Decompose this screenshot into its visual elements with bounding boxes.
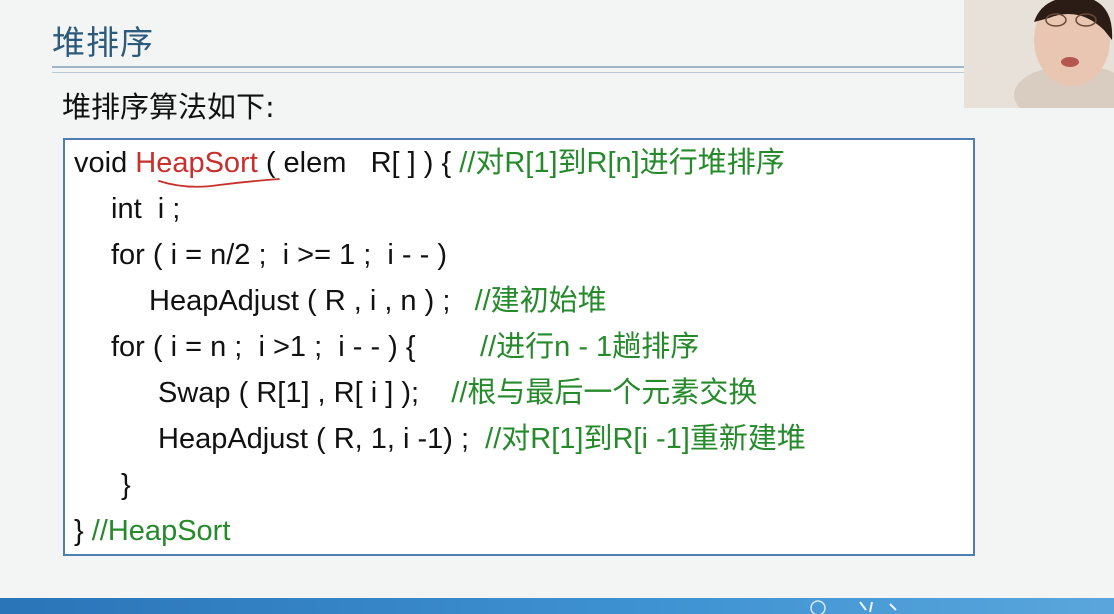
annotation-underline: [158, 178, 280, 188]
code-line-6: Swap ( R[1] , R[ i ] ); //根与最后一个元素交换: [158, 377, 758, 409]
code-line-3: for ( i = n/2 ; i >= 1 ; i - - ): [111, 239, 448, 271]
webcam-overlay: [964, 0, 1114, 108]
slide-subtitle: 堆排序算法如下:: [62, 90, 275, 124]
bottom-bar: [0, 598, 1114, 614]
code-line-7: HeapAdjust ( R, 1, i -1) ; //对R[1]到R[i -…: [158, 423, 806, 455]
code-comment: //建初始堆: [474, 285, 607, 317]
code-comment: //进行n - 1趟排序: [480, 331, 700, 363]
code-comment: //根与最后一个元素交换: [451, 377, 758, 409]
slide-title: 堆排序: [52, 23, 154, 62]
bottom-logo-mark: [810, 600, 897, 614]
function-name-heapsort: HeapSort: [135, 147, 258, 179]
code-line-5: for ( i = n ; i >1 ; i - - ) { //进行n - 1…: [111, 331, 700, 363]
title-rule-thick: [52, 66, 964, 68]
code-line-9: } //HeapSort: [74, 515, 231, 547]
code-comment: //对R[1]到R[n]进行堆排序: [459, 147, 785, 179]
presenter-video: [964, 0, 1114, 108]
code-line-4: HeapAdjust ( R , i , n ) ; //建初始堆: [149, 285, 607, 317]
code-comment: //对R[1]到R[i -1]重新建堆: [485, 423, 806, 455]
code-line-8: }: [121, 469, 131, 501]
title-rule-thin: [52, 72, 964, 73]
code-line-1: void HeapSort ( elem R[ ] ) { //对R[1]到R[…: [74, 147, 785, 179]
code-line-2: int i ;: [111, 193, 181, 225]
code-comment: //HeapSort: [91, 515, 231, 547]
code-box: void HeapSort ( elem R[ ] ) { //对R[1]到R[…: [63, 138, 975, 556]
